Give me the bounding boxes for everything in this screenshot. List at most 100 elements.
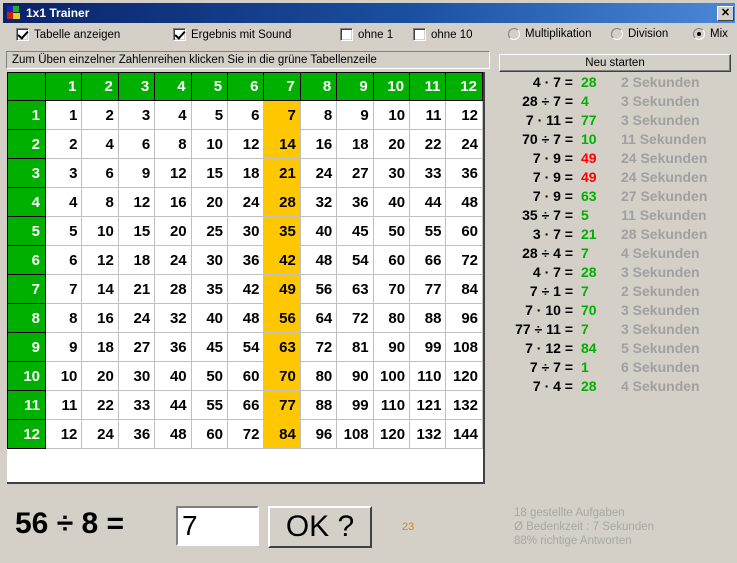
table-cell[interactable]: 70 [372, 274, 411, 304]
table-col-header-7[interactable]: 7 [263, 72, 301, 101]
table-cell[interactable]: 4 [154, 100, 192, 130]
table-row[interactable]: 9 9 18 27 36 45 54 63 72 81 90 99 108 [7, 332, 483, 362]
table-cell[interactable]: 7 [44, 274, 83, 304]
table-cell[interactable]: 22 [81, 390, 119, 420]
table-cell[interactable]: 18 [81, 332, 119, 362]
table-cell[interactable]: 77 [409, 274, 447, 304]
table-cell[interactable]: 30 [190, 245, 229, 275]
table-cell[interactable]: 84 [263, 419, 301, 449]
table-cell[interactable]: 30 [372, 158, 411, 188]
table-cell[interactable]: 20 [372, 129, 411, 159]
table-cell[interactable]: 24 [227, 187, 265, 217]
table-cell[interactable]: 44 [154, 390, 192, 420]
table-cell[interactable]: 16 [81, 303, 119, 333]
table-cell[interactable]: 72 [336, 303, 374, 333]
table-row-header-8[interactable]: 8 [7, 303, 46, 333]
table-cell[interactable]: 12 [154, 158, 192, 188]
table-cell[interactable]: 36 [336, 187, 374, 217]
table-cell[interactable]: 66 [227, 390, 265, 420]
table-cell[interactable]: 36 [117, 419, 156, 449]
table-row[interactable]: 4 4 8 12 16 20 24 28 32 36 40 44 48 [7, 187, 483, 217]
table-cell[interactable]: 56 [299, 274, 338, 304]
table-cell[interactable]: 64 [299, 303, 338, 333]
table-cell[interactable]: 36 [445, 158, 483, 188]
table-row-header-11[interactable]: 11 [7, 390, 46, 420]
table-cell[interactable]: 110 [372, 390, 411, 420]
table-cell[interactable]: 18 [227, 158, 265, 188]
table-cell[interactable]: 60 [190, 419, 229, 449]
table-cell[interactable]: 40 [190, 303, 229, 333]
table-cell[interactable]: 35 [263, 216, 301, 246]
radio-mix[interactable]: Mix [693, 28, 728, 40]
table-cell[interactable]: 10 [190, 129, 229, 159]
table-cell[interactable]: 9 [44, 332, 83, 362]
table-cell[interactable]: 45 [190, 332, 229, 362]
table-row-header-1[interactable]: 1 [7, 100, 46, 130]
table-cell[interactable]: 132 [409, 419, 447, 449]
table-cell[interactable]: 54 [336, 245, 374, 275]
table-cell[interactable]: 30 [117, 361, 156, 391]
table-cell[interactable]: 27 [117, 332, 156, 362]
table-cell[interactable]: 36 [227, 245, 265, 275]
table-cell[interactable]: 12 [227, 129, 265, 159]
table-col-header-5[interactable]: 5 [190, 72, 229, 101]
table-cell[interactable]: 72 [227, 419, 265, 449]
table-cell[interactable]: 8 [44, 303, 83, 333]
table-col-header-6[interactable]: 6 [227, 72, 265, 101]
table-cell[interactable]: 88 [409, 303, 447, 333]
table-cell[interactable]: 99 [336, 390, 374, 420]
table-cell[interactable]: 20 [81, 361, 119, 391]
table-row[interactable]: 12 12 24 36 48 60 72 84 96 108 120 132 144 [7, 419, 483, 449]
table-cell[interactable]: 1 [44, 100, 83, 130]
table-cell[interactable]: 63 [336, 274, 374, 304]
table-cell[interactable]: 10 [372, 100, 411, 130]
table-cell[interactable]: 96 [445, 303, 483, 333]
table-row[interactable]: 6 6 12 18 24 30 36 42 48 54 60 66 72 [7, 245, 483, 275]
radio-division[interactable]: Division [611, 28, 668, 40]
table-cell[interactable]: 42 [263, 245, 301, 275]
table-cell[interactable]: 32 [299, 187, 338, 217]
table-cell[interactable]: 21 [117, 274, 156, 304]
ok-button[interactable]: OK ? [268, 506, 372, 548]
table-cell[interactable]: 14 [263, 129, 301, 159]
table-cell[interactable]: 40 [154, 361, 192, 391]
table-cell[interactable]: 88 [299, 390, 338, 420]
table-cell[interactable]: 60 [372, 245, 411, 275]
table-cell[interactable]: 25 [190, 216, 229, 246]
table-cell[interactable]: 50 [190, 361, 229, 391]
table-cell[interactable]: 49 [263, 274, 301, 304]
table-cell[interactable]: 60 [445, 216, 483, 246]
table-row-header-10[interactable]: 10 [7, 361, 46, 391]
table-cell[interactable]: 60 [227, 361, 265, 391]
table-cell[interactable]: 8 [81, 187, 119, 217]
table-cell[interactable]: 22 [409, 129, 447, 159]
table-cell[interactable]: 3 [117, 100, 156, 130]
table-cell[interactable]: 50 [372, 216, 411, 246]
table-cell[interactable]: 24 [445, 129, 483, 159]
table-cell[interactable]: 15 [190, 158, 229, 188]
table-cell[interactable]: 5 [190, 100, 229, 130]
close-button[interactable]: ✕ [717, 5, 734, 21]
table-cell[interactable]: 100 [372, 361, 411, 391]
table-cell[interactable]: 80 [372, 303, 411, 333]
table-cell[interactable]: 110 [409, 361, 447, 391]
table-cell[interactable]: 44 [409, 187, 447, 217]
table-cell[interactable]: 80 [299, 361, 338, 391]
radio-multiplikation[interactable]: Multiplikation [508, 28, 591, 40]
table-cell[interactable]: 96 [299, 419, 338, 449]
table-cell[interactable]: 5 [44, 216, 83, 246]
checkbox-ohne-10[interactable]: ohne 10 [413, 28, 473, 41]
table-cell[interactable]: 4 [44, 187, 83, 217]
table-cell[interactable]: 6 [117, 129, 156, 159]
table-cell[interactable]: 32 [154, 303, 192, 333]
table-cell[interactable]: 132 [445, 390, 483, 420]
table-row-header-7[interactable]: 7 [7, 274, 46, 304]
table-cell[interactable]: 70 [263, 361, 301, 391]
table-cell[interactable]: 2 [81, 100, 119, 130]
table-cell[interactable]: 9 [117, 158, 156, 188]
table-cell[interactable]: 6 [227, 100, 265, 130]
table-cell[interactable]: 48 [299, 245, 338, 275]
table-cell[interactable]: 42 [227, 274, 265, 304]
table-cell[interactable]: 108 [336, 419, 374, 449]
table-col-header-11[interactable]: 11 [409, 72, 447, 101]
